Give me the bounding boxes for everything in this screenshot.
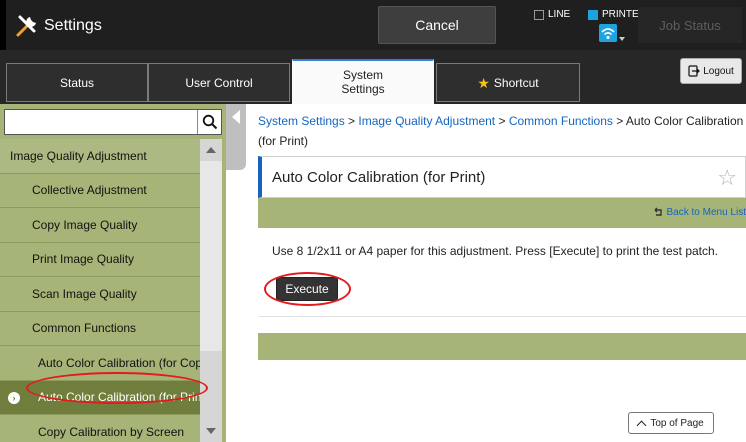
sidebar-item-label: Copy Calibration by Screen: [38, 424, 185, 439]
collapse-sidebar-button[interactable]: [226, 104, 246, 170]
page-header-panel: Auto Color Calibration (for Print) ☆: [258, 156, 746, 198]
search-box: [4, 109, 222, 135]
sidebar-scrollbar[interactable]: [200, 139, 222, 442]
sidebar-item-label: Collective Adjustment: [32, 183, 147, 198]
tab-bar: Status User Control System Settings ★ Sh…: [0, 50, 746, 104]
sidebar-item-copy-image-quality[interactable]: Copy Image Quality: [0, 208, 200, 243]
sidebar-item-auto-calibration-copy[interactable]: Auto Color Calibration (for Copy): [0, 346, 212, 381]
line-label: LINE: [548, 9, 571, 20]
tab-system-settings[interactable]: System Settings: [292, 59, 434, 104]
breadcrumb-separator: >: [616, 114, 624, 128]
scroll-down-icon[interactable]: [206, 428, 216, 434]
tab-shortcut-label: Shortcut: [493, 75, 539, 90]
line-status-icon: [534, 9, 544, 20]
instruction-text: Use 8 1/2x11 or A4 paper for this adjust…: [272, 244, 719, 258]
sidebar-item-scan-image-quality[interactable]: Scan Image Quality: [0, 277, 200, 312]
breadcrumb-link-common-functions[interactable]: Common Functions: [509, 114, 613, 128]
sidebar-item-label: Copy Image Quality: [32, 217, 138, 232]
scroll-up-icon[interactable]: [206, 147, 216, 153]
sidebar-item-label: Print Image Quality: [32, 252, 135, 267]
page-title: Auto Color Calibration (for Print): [272, 169, 486, 186]
back-to-menu-label: Back to Menu List: [666, 207, 746, 218]
sidebar-nav: Image Quality Adjustment Collective Adju…: [0, 139, 212, 442]
breadcrumb-link-system-settings[interactable]: System Settings: [258, 114, 345, 128]
breadcrumb-link-image-quality[interactable]: Image Quality Adjustment: [358, 114, 495, 128]
collapse-left-icon: [232, 110, 240, 124]
app-title-text: Settings: [44, 17, 102, 34]
sidebar-item-label: Auto Color Calibration (for Copy): [38, 355, 213, 370]
logout-icon: [688, 65, 701, 77]
search-input[interactable]: [5, 110, 197, 134]
top-bar: Settings Cancel LINE PRINTER Job Status: [0, 0, 746, 50]
footer-bar: [258, 333, 746, 360]
sidebar-item-collective-adjustment[interactable]: Collective Adjustment: [0, 174, 200, 208]
app-title: Settings: [14, 9, 102, 43]
sidebar-item-label: Common Functions: [32, 321, 137, 336]
sidebar-item-label: Image Quality Adjustment: [10, 148, 147, 163]
search-button[interactable]: [197, 110, 221, 134]
logout-label: Logout: [703, 65, 734, 77]
sidebar-item-image-quality-adjustment[interactable]: Image Quality Adjustment: [0, 139, 200, 174]
logout-button[interactable]: Logout: [680, 58, 742, 84]
breadcrumb: System Settings > Image Quality Adjustme…: [258, 111, 746, 151]
breadcrumb-separator: >: [498, 114, 506, 128]
top-of-page-button[interactable]: Top of Page: [628, 412, 714, 434]
sidebar-item-label: Auto Color Calibration (for Print): [38, 390, 209, 405]
tab-system-settings-label: System Settings: [341, 68, 385, 96]
tab-user-control[interactable]: User Control: [148, 63, 290, 102]
top-bar-edge: [0, 0, 6, 50]
breadcrumb-separator: >: [348, 114, 356, 128]
sidebar-item-print-image-quality[interactable]: Print Image Quality: [0, 243, 200, 277]
sidebar-item-auto-calibration-print[interactable]: › Auto Color Calibration (for Print): [0, 380, 209, 415]
sidebar-item-copy-calibration-screen[interactable]: Copy Calibration by Screen: [0, 415, 200, 442]
tools-icon: [16, 15, 36, 37]
chevron-down-icon[interactable]: [619, 37, 625, 41]
star-icon: ★: [477, 74, 490, 91]
top-of-page-label: Top of Page: [650, 417, 704, 429]
divider: [258, 316, 746, 317]
sidebar-item-common-functions[interactable]: Common Functions: [0, 312, 200, 346]
printer-status-icon: [588, 9, 598, 20]
tab-status[interactable]: Status: [6, 63, 148, 102]
menu-bar: Back to Menu List: [258, 198, 746, 228]
sidebar-item-label: Scan Image Quality: [32, 286, 137, 301]
job-status-button[interactable]: Job Status: [638, 7, 742, 43]
favorite-star-icon[interactable]: ☆: [717, 165, 737, 191]
chevron-right-icon: ›: [8, 391, 20, 404]
wifi-icon[interactable]: [599, 24, 617, 42]
scrollbar-thumb[interactable]: [200, 161, 222, 351]
line-indicator: LINE: [534, 9, 570, 20]
caret-up-icon: [636, 420, 647, 430]
back-to-menu-link[interactable]: Back to Menu List: [653, 207, 746, 218]
back-arrow-icon: [654, 207, 662, 216]
cancel-button[interactable]: Cancel: [378, 6, 496, 44]
sidebar: Image Quality Adjustment Collective Adju…: [0, 104, 226, 442]
execute-button[interactable]: Execute: [276, 277, 338, 301]
search-icon: [202, 114, 217, 130]
tab-shortcut[interactable]: ★ Shortcut: [436, 63, 580, 102]
